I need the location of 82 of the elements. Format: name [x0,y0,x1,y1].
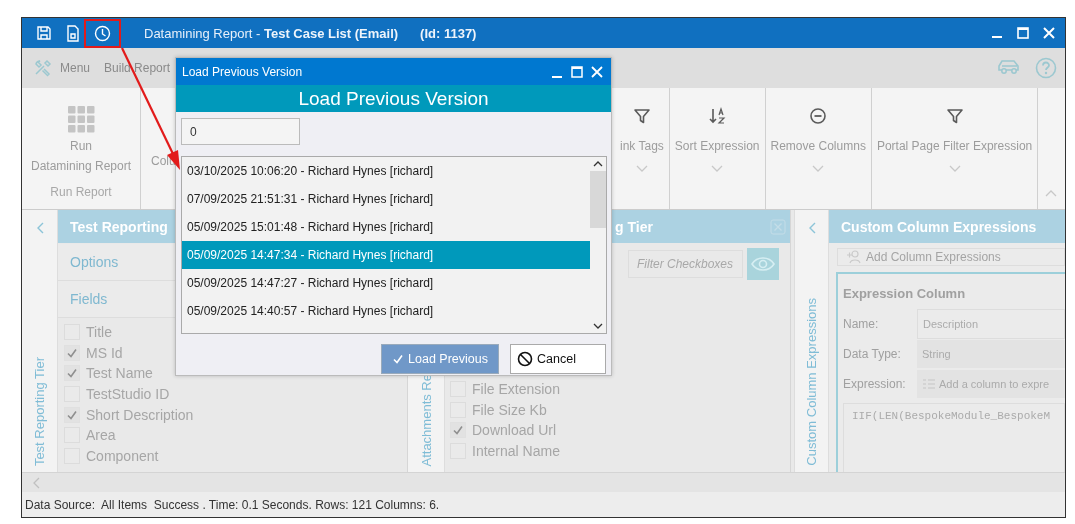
field-label: Area [86,427,116,444]
collapsed-panel-label[interactable]: Test Reporting Tier [32,356,47,466]
panel-header: Custom Column Expressions [829,210,1065,243]
scroll-down-icon[interactable] [593,323,603,329]
dialog-title: Load Previous Version [182,64,303,79]
filter-field[interactable]: Filter Checkboxes [628,250,743,278]
ribbon-command[interactable]: Sort Expression [669,88,766,209]
document-icon[interactable] [66,24,80,42]
maximize-icon[interactable] [569,63,585,80]
dialog-heading: Load Previous Version [176,85,611,112]
car-icon[interactable] [997,57,1021,75]
highlight-box [84,19,121,48]
eye-button[interactable] [747,248,779,280]
build-report-tab[interactable]: Build Report [104,61,171,75]
add-column-button[interactable]: Add Column Expressions [837,248,1065,266]
check-icon [452,424,464,437]
person-add-icon [846,249,862,265]
eye-icon [751,256,775,272]
ribbon-command[interactable]: ink Tags [615,88,670,209]
chevron-left-icon[interactable] [32,476,40,489]
cancel-button[interactable]: Cancel [510,344,606,374]
chevron-down-icon [812,165,825,173]
field-label: Download Url [472,422,557,439]
field-label: Data Type: [843,347,902,361]
version-item[interactable]: 07/09/2025 21:51:31 - Richard Hynes [richard] [182,185,590,213]
menu-button[interactable]: Menu [60,61,91,75]
field-label: Expression: [843,377,907,391]
checkbox[interactable] [64,406,80,423]
help-icon[interactable] [1035,57,1057,79]
ribbon-command[interactable]: Remove Columns [765,88,872,209]
run-button[interactable]: Run Datamining Report Run Report [22,88,141,209]
checkbox[interactable] [64,365,80,382]
window-title: Datamining Report - Test Case List (Email) [144,25,399,41]
chevron-down-icon [711,165,724,173]
version-item[interactable]: 05/09/2025 14:40:57 - Richard Hynes [richard] [182,297,590,325]
field-label: TestStudio ID [86,386,170,403]
chevron-down-icon [635,165,648,173]
minus-circle-icon [809,107,828,125]
field-label: Test Name [86,365,153,382]
version-item[interactable]: 05/09/2025 14:47:27 - Richard Hynes [richard] [182,269,590,297]
field-label: File Size Kb [472,401,547,418]
chevron-down-icon [948,165,961,173]
close-icon[interactable] [589,63,605,80]
clock-icon[interactable] [94,24,111,42]
report-id: (Id: 1137) [420,25,477,41]
group-label: Run Report [50,185,112,199]
chevron-up-icon[interactable] [1045,189,1057,197]
sort-icon [708,107,727,125]
checkbox[interactable] [64,344,80,361]
maximize-icon[interactable] [1015,25,1031,41]
field-label: Internal Name [472,443,560,460]
check-icon [392,353,405,365]
field-label: Name: [843,317,880,331]
version-item[interactable]: 05/09/2025 14:47:34 - Richard Hynes [richard] [182,241,590,269]
field-label: MS Id [86,344,123,361]
tools-icon [34,59,52,77]
status-text: Data Source: All Items Success . Time: 0.1 Seconds. Rows: 121 Columns: 6. [25,497,440,512]
field-label: Short Description [86,406,194,423]
checkbox[interactable] [450,422,466,439]
input-field[interactable]: Description [917,309,1065,339]
group-title: Expression Column [843,286,967,301]
load-previous-button[interactable]: Load Previous [381,344,499,374]
check-icon [66,346,78,359]
field-label: Component [86,447,159,464]
version-item[interactable]: 03/10/2025 10:06:20 - Richard Hynes [richard] [182,157,590,185]
scroll-up-icon[interactable] [593,161,603,167]
filter-icon [945,107,964,125]
check-icon [66,367,78,380]
field-label: File Extension [472,381,560,398]
search-field[interactable]: 0 [181,118,300,145]
field-label: Title [86,324,112,341]
cancel-icon [517,351,533,367]
grid-icon [67,105,95,133]
chevron-left-icon[interactable] [807,222,816,234]
version-list[interactable] [181,156,607,334]
ribbon-command[interactable]: Portal Page Filter Expression [871,88,1039,209]
save-icon[interactable] [36,25,52,41]
close-icon[interactable] [1041,25,1057,41]
check-icon [66,408,78,421]
chevron-left-icon[interactable] [35,222,44,234]
scroll-thumb[interactable] [590,171,606,228]
filter-icon [632,107,651,125]
